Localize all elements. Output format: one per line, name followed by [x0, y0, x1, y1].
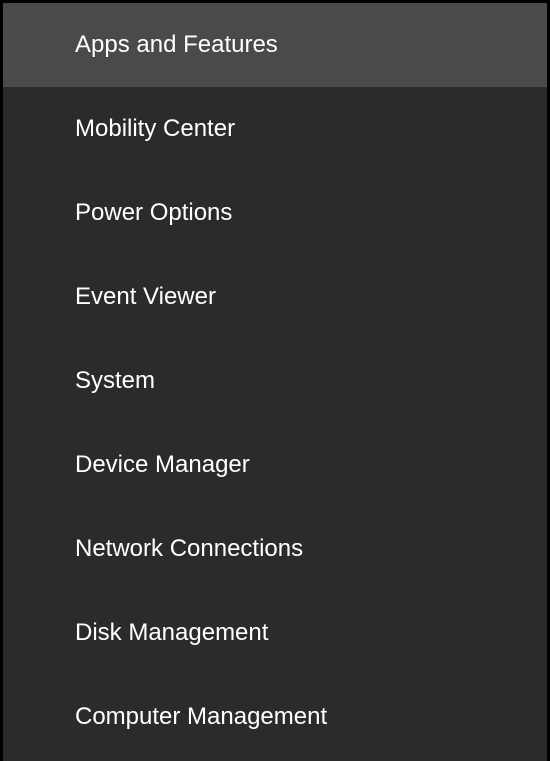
- menu-item-label: Mobility Center: [75, 115, 235, 143]
- menu-item-apps-and-features[interactable]: Apps and Features: [3, 3, 547, 87]
- menu-item-label: Event Viewer: [75, 283, 216, 311]
- menu-item-label: Computer Management: [75, 703, 327, 731]
- power-user-menu: Apps and Features Mobility Center Power …: [0, 0, 550, 761]
- menu-item-mobility-center[interactable]: Mobility Center: [3, 87, 547, 171]
- menu-item-system[interactable]: System: [3, 339, 547, 423]
- menu-item-computer-management[interactable]: Computer Management: [3, 675, 547, 759]
- menu-item-label: Network Connections: [75, 535, 303, 563]
- menu-item-network-connections[interactable]: Network Connections: [3, 507, 547, 591]
- menu-item-label: Device Manager: [75, 451, 250, 479]
- menu-item-label: System: [75, 367, 155, 395]
- menu-item-disk-management[interactable]: Disk Management: [3, 591, 547, 675]
- menu-item-event-viewer[interactable]: Event Viewer: [3, 255, 547, 339]
- menu-item-power-options[interactable]: Power Options: [3, 171, 547, 255]
- menu-item-device-manager[interactable]: Device Manager: [3, 423, 547, 507]
- menu-item-label: Disk Management: [75, 619, 268, 647]
- menu-item-label: Apps and Features: [75, 31, 278, 59]
- menu-item-label: Power Options: [75, 199, 232, 227]
